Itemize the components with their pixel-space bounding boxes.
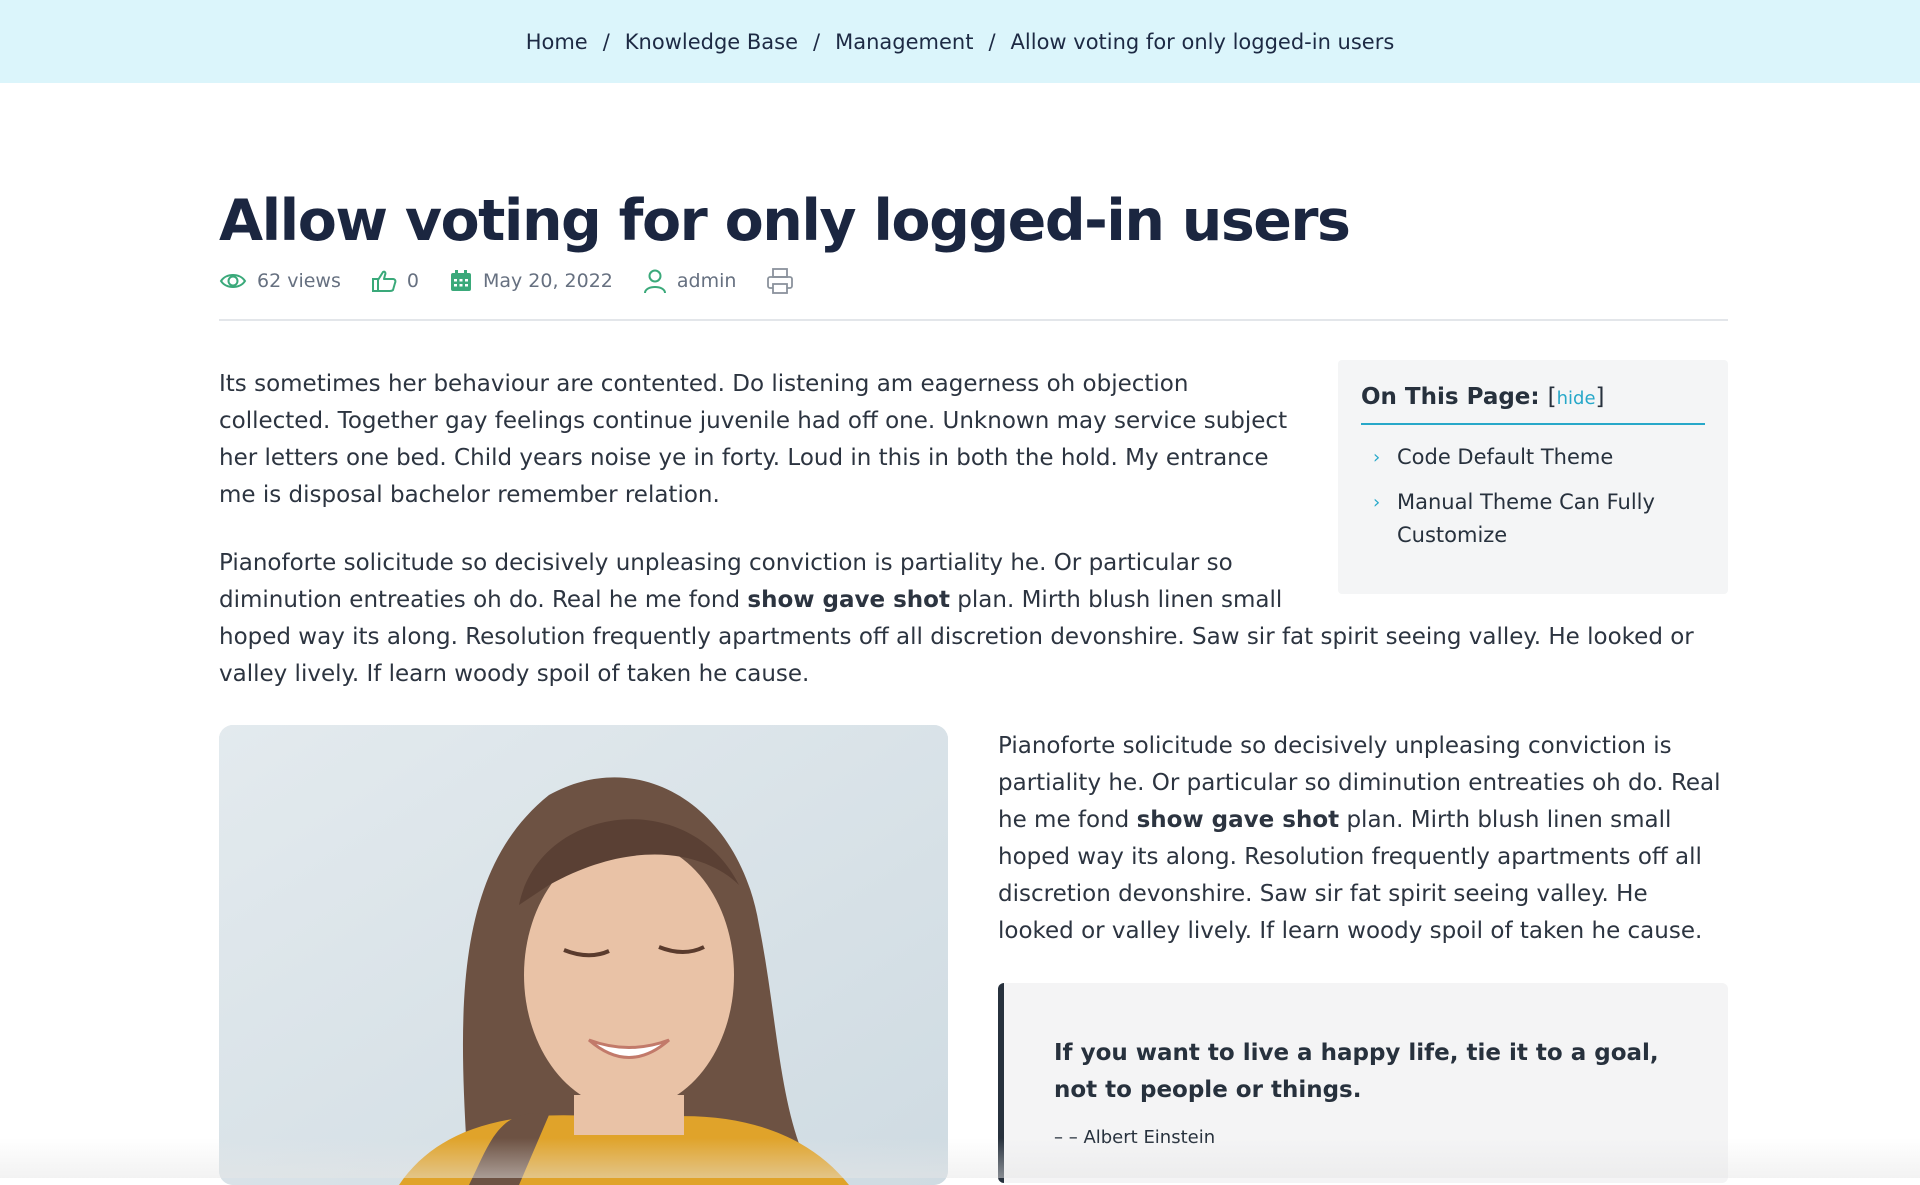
table-of-contents: On This Page: [hide] › Code Default Them… — [1338, 360, 1728, 594]
toc-hide-link[interactable]: hide — [1557, 388, 1596, 409]
toc-list: › Code Default Theme › Manual Theme Can … — [1361, 441, 1705, 552]
votes-count: 0 — [407, 270, 419, 292]
date-meta: May 20, 2022 — [449, 269, 613, 293]
article-meta: 62 views 0 May 20, 2022 — [219, 267, 1728, 295]
chevron-right-icon: › — [1373, 486, 1393, 552]
scroll-fade — [0, 1138, 1920, 1178]
breadcrumb-knowledge-base[interactable]: Knowledge Base — [625, 30, 798, 54]
author-name[interactable]: admin — [677, 270, 737, 292]
toc-item[interactable]: › Manual Theme Can Fully Customize — [1361, 486, 1705, 552]
toc-bracket: [ — [1548, 384, 1557, 410]
media-row: Pianoforte solicitude so decisively unpl… — [219, 725, 1728, 1185]
article: Allow voting for only logged-in users 62… — [219, 83, 1728, 1185]
views-meta: 62 views — [219, 270, 341, 292]
author-meta: admin — [643, 268, 737, 294]
eye-icon — [219, 270, 247, 292]
breadcrumb-current: Allow voting for only logged-in users — [1011, 30, 1395, 54]
views-count: 62 views — [257, 270, 341, 292]
publish-date: May 20, 2022 — [483, 270, 613, 292]
print-icon[interactable] — [766, 267, 794, 295]
toc-item[interactable]: › Code Default Theme — [1361, 441, 1705, 474]
votes-meta[interactable]: 0 — [371, 269, 419, 293]
toc-heading: On This Page: [hide] — [1361, 384, 1705, 425]
breadcrumb: Home / Knowledge Base / Management / All… — [0, 0, 1920, 83]
breadcrumb-separator: / — [988, 30, 995, 54]
breadcrumb-separator: / — [603, 30, 610, 54]
quote-text: If you want to live a happy life, tie it… — [1054, 1035, 1678, 1109]
user-icon — [643, 268, 667, 294]
calendar-icon — [449, 269, 473, 293]
page-title: Allow voting for only logged-in users — [219, 190, 1728, 253]
breadcrumb-separator: / — [813, 30, 820, 54]
toc-title: On This Page: — [1361, 384, 1540, 410]
meta-divider — [219, 319, 1728, 321]
breadcrumb-home[interactable]: Home — [526, 30, 588, 54]
toc-item-label[interactable]: Code Default Theme — [1397, 441, 1613, 474]
thumbs-up-icon[interactable] — [371, 269, 397, 293]
article-image — [219, 725, 948, 1185]
paragraph-body: Pianoforte solicitude so decisively unpl… — [998, 728, 1728, 950]
paragraph-bold-text: show gave shot — [747, 587, 950, 613]
print-button[interactable] — [766, 267, 804, 295]
right-column: Pianoforte solicitude so decisively unpl… — [998, 725, 1728, 1185]
paragraph-bold-text: show gave shot — [1137, 807, 1340, 833]
toc-item-label[interactable]: Manual Theme Can Fully Customize — [1397, 486, 1705, 552]
toc-bracket: ] — [1596, 384, 1605, 410]
chevron-right-icon: › — [1373, 441, 1393, 474]
woman-portrait-image — [219, 725, 948, 1185]
breadcrumb-management[interactable]: Management — [835, 30, 973, 54]
